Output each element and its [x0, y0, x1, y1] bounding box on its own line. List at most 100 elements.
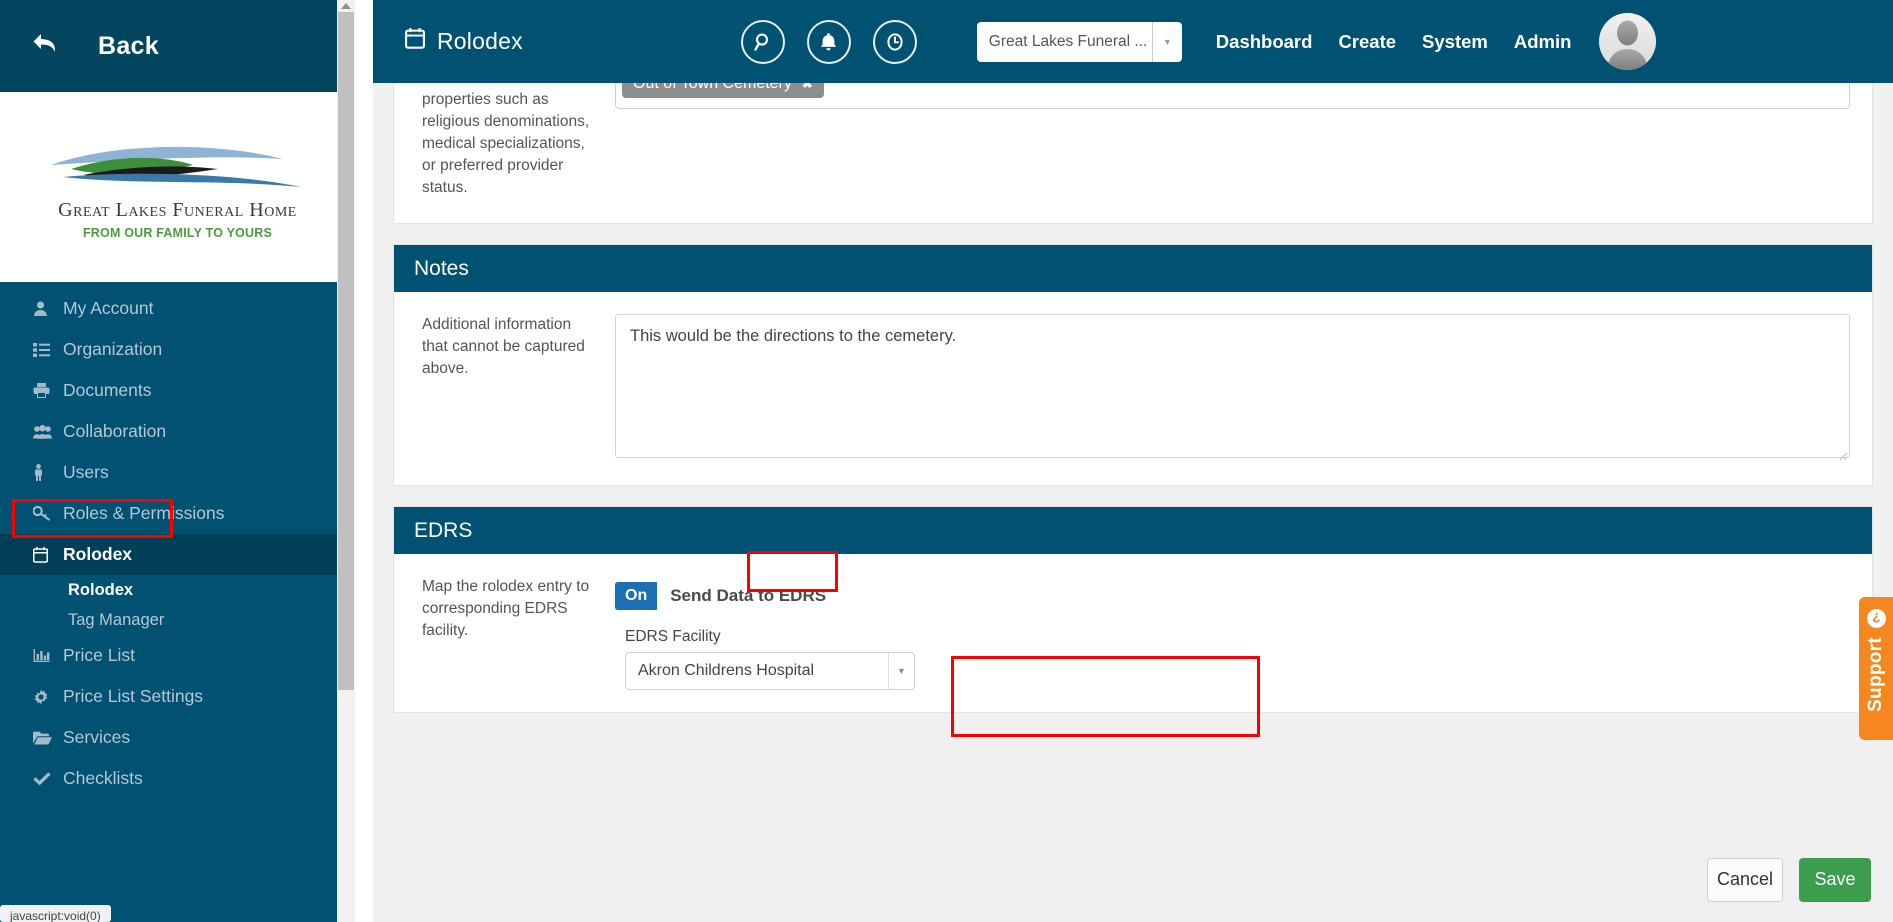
chevron-down-icon[interactable]: ▼: [1151, 21, 1182, 62]
cancel-button[interactable]: Cancel: [1707, 857, 1783, 902]
edrs-facility-select[interactable]: Akron Childrens Hospital ▼: [625, 652, 915, 690]
group-icon: [33, 424, 63, 439]
person-icon: [33, 464, 63, 481]
notes-card-title: Notes: [414, 256, 469, 280]
organization-select[interactable]: Great Lakes Funeral ... ▼: [976, 21, 1182, 62]
toggle-knob: [657, 582, 667, 610]
tag-input-box[interactable]: Out of Town Cemetery ✖: [615, 83, 1850, 109]
send-data-toggle[interactable]: On: [615, 582, 667, 610]
sidebar-item-label: Organization: [63, 339, 163, 359]
sidebar-item-label: Checklists: [63, 768, 143, 788]
back-label: Back: [98, 31, 159, 60]
header-link-admin[interactable]: Admin: [1514, 31, 1572, 53]
page-title-text: Rolodex: [437, 28, 523, 54]
gear-icon: [33, 689, 63, 705]
sidebar-item-label: Price List Settings: [63, 686, 204, 706]
edrs-helper-text: Map the rolodex entry to corresponding E…: [422, 578, 590, 639]
clock-icon[interactable]: [872, 19, 917, 64]
notes-card-body: Additional information that cannot be ca…: [394, 292, 1872, 485]
question-mark-icon: ?: [1866, 609, 1886, 628]
edrs-fields: On Send Data to EDRS EDRS Facility Akron…: [615, 576, 1850, 690]
header-icon-buttons: [740, 19, 917, 64]
save-button[interactable]: Save: [1799, 857, 1871, 902]
sidebar-item-label: Rolodex: [63, 544, 133, 564]
tags-field: Out of Town Cemetery ✖: [615, 83, 1850, 199]
app-root: Back Great Lakes Funeral Home FROM OUR F…: [0, 0, 1893, 922]
page-title: Rolodex: [405, 28, 523, 55]
logo-tagline: FROM OUR FAMILY TO YOURS: [82, 225, 273, 240]
edrs-card-title: EDRS: [414, 518, 473, 542]
bar-chart-icon: [33, 648, 63, 663]
back-button[interactable]: Back: [0, 0, 355, 92]
edrs-card-header: EDRS: [394, 507, 1872, 554]
sidebar-scrollbar[interactable]: [337, 0, 355, 922]
send-data-toggle-label: Send Data to EDRS: [670, 586, 827, 605]
header-nav-links: Dashboard Create System Admin: [1216, 31, 1572, 53]
sidebar-item-collaboration[interactable]: Collaboration: [0, 411, 355, 452]
sidebar-item-documents[interactable]: Documents: [0, 370, 355, 411]
tag-chip[interactable]: Out of Town Cemetery ✖: [622, 83, 824, 98]
header-link-system[interactable]: System: [1422, 31, 1488, 53]
sidebar-item-checklists[interactable]: Checklists: [0, 758, 355, 799]
organization-select-value: Great Lakes Funeral ...: [988, 32, 1148, 50]
sidebar-item-label: Roles & Permissions: [63, 503, 225, 523]
bell-icon[interactable]: [806, 19, 851, 64]
brand-logo: Great Lakes Funeral Home FROM OUR FAMILY…: [0, 92, 355, 282]
edrs-facility-label: EDRS Facility: [625, 628, 721, 645]
notes-helper-text: Additional information that cannot be ca…: [422, 316, 585, 377]
key-icon: [33, 506, 63, 521]
sidebar-nav: My Account Organization Documents Collab…: [0, 282, 355, 799]
logo-art-icon: [50, 146, 301, 187]
close-icon[interactable]: ✖: [802, 83, 813, 92]
sidebar-subitem-rolodex[interactable]: Rolodex: [0, 575, 355, 605]
back-arrow-icon: [32, 31, 60, 61]
sidebar-item-rolodex[interactable]: Rolodex: [0, 534, 355, 575]
sidebar-subitem-label: Tag Manager: [68, 610, 165, 629]
edrs-card-body: Map the rolodex entry to corresponding E…: [394, 554, 1872, 712]
tag-chip-label: Out of Town Cemetery: [633, 83, 792, 92]
support-tab[interactable]: ? Support: [1859, 597, 1893, 740]
sidebar-subitem-tag-manager[interactable]: Tag Manager: [0, 605, 355, 635]
header-link-dashboard[interactable]: Dashboard: [1216, 31, 1313, 53]
top-header: Rolodex Great Lakes Funeral ... ▼ Dashbo…: [373, 0, 1893, 83]
sidebar-item-label: Documents: [63, 380, 152, 400]
check-icon: [33, 771, 63, 786]
search-icon[interactable]: [740, 19, 785, 64]
form-footer: Cancel Save: [373, 837, 1893, 922]
tags-card: properties such as religious denominatio…: [393, 83, 1873, 224]
edrs-facility-field: EDRS Facility Akron Childrens Hospital ▼: [625, 628, 915, 690]
sidebar-item-my-account[interactable]: My Account: [0, 288, 355, 329]
sidebar-subitem-label: Rolodex: [68, 580, 134, 599]
notes-textarea[interactable]: [615, 314, 1850, 458]
calendar-icon: [33, 546, 63, 563]
chevron-down-icon[interactable]: ▼: [888, 653, 914, 689]
sidebar-item-organization[interactable]: Organization: [0, 329, 355, 370]
sidebar-item-services[interactable]: Services: [0, 717, 355, 758]
list-icon: [33, 342, 63, 357]
scrollbar-thumb[interactable]: [338, 12, 354, 690]
main-content: properties such as religious denominatio…: [373, 83, 1893, 922]
user-icon: [33, 300, 63, 317]
notes-field: [615, 314, 1850, 463]
sidebar-item-label: Services: [63, 727, 131, 747]
edrs-card: EDRS Map the rolodex entry to correspond…: [393, 506, 1873, 713]
edrs-facility-value: Akron Childrens Hospital: [638, 662, 815, 679]
avatar[interactable]: [1599, 13, 1657, 70]
sidebar-item-price-list[interactable]: Price List: [0, 635, 355, 676]
tags-helper-text: properties such as religious denominatio…: [422, 91, 590, 196]
sidebar: Back Great Lakes Funeral Home FROM OUR F…: [0, 0, 355, 922]
scroll-up-arrow-icon[interactable]: [341, 3, 351, 9]
sidebar-item-label: Users: [63, 462, 109, 482]
header-link-create[interactable]: Create: [1338, 31, 1396, 53]
sidebar-item-roles-permissions[interactable]: Roles & Permissions: [0, 493, 355, 534]
printer-icon: [33, 383, 63, 398]
sidebar-item-label: My Account: [63, 298, 154, 318]
sidebar-item-label: Collaboration: [63, 421, 167, 441]
logo-name: Great Lakes Funeral Home: [58, 198, 297, 221]
calendar-icon: [405, 28, 425, 55]
send-data-toggle-row: On Send Data to EDRS: [615, 576, 1850, 610]
sidebar-item-price-list-settings[interactable]: Price List Settings: [0, 676, 355, 717]
notes-card: Notes Additional information that cannot…: [393, 244, 1873, 486]
sidebar-item-users[interactable]: Users: [0, 452, 355, 493]
sidebar-item-label: Price List: [63, 645, 135, 665]
